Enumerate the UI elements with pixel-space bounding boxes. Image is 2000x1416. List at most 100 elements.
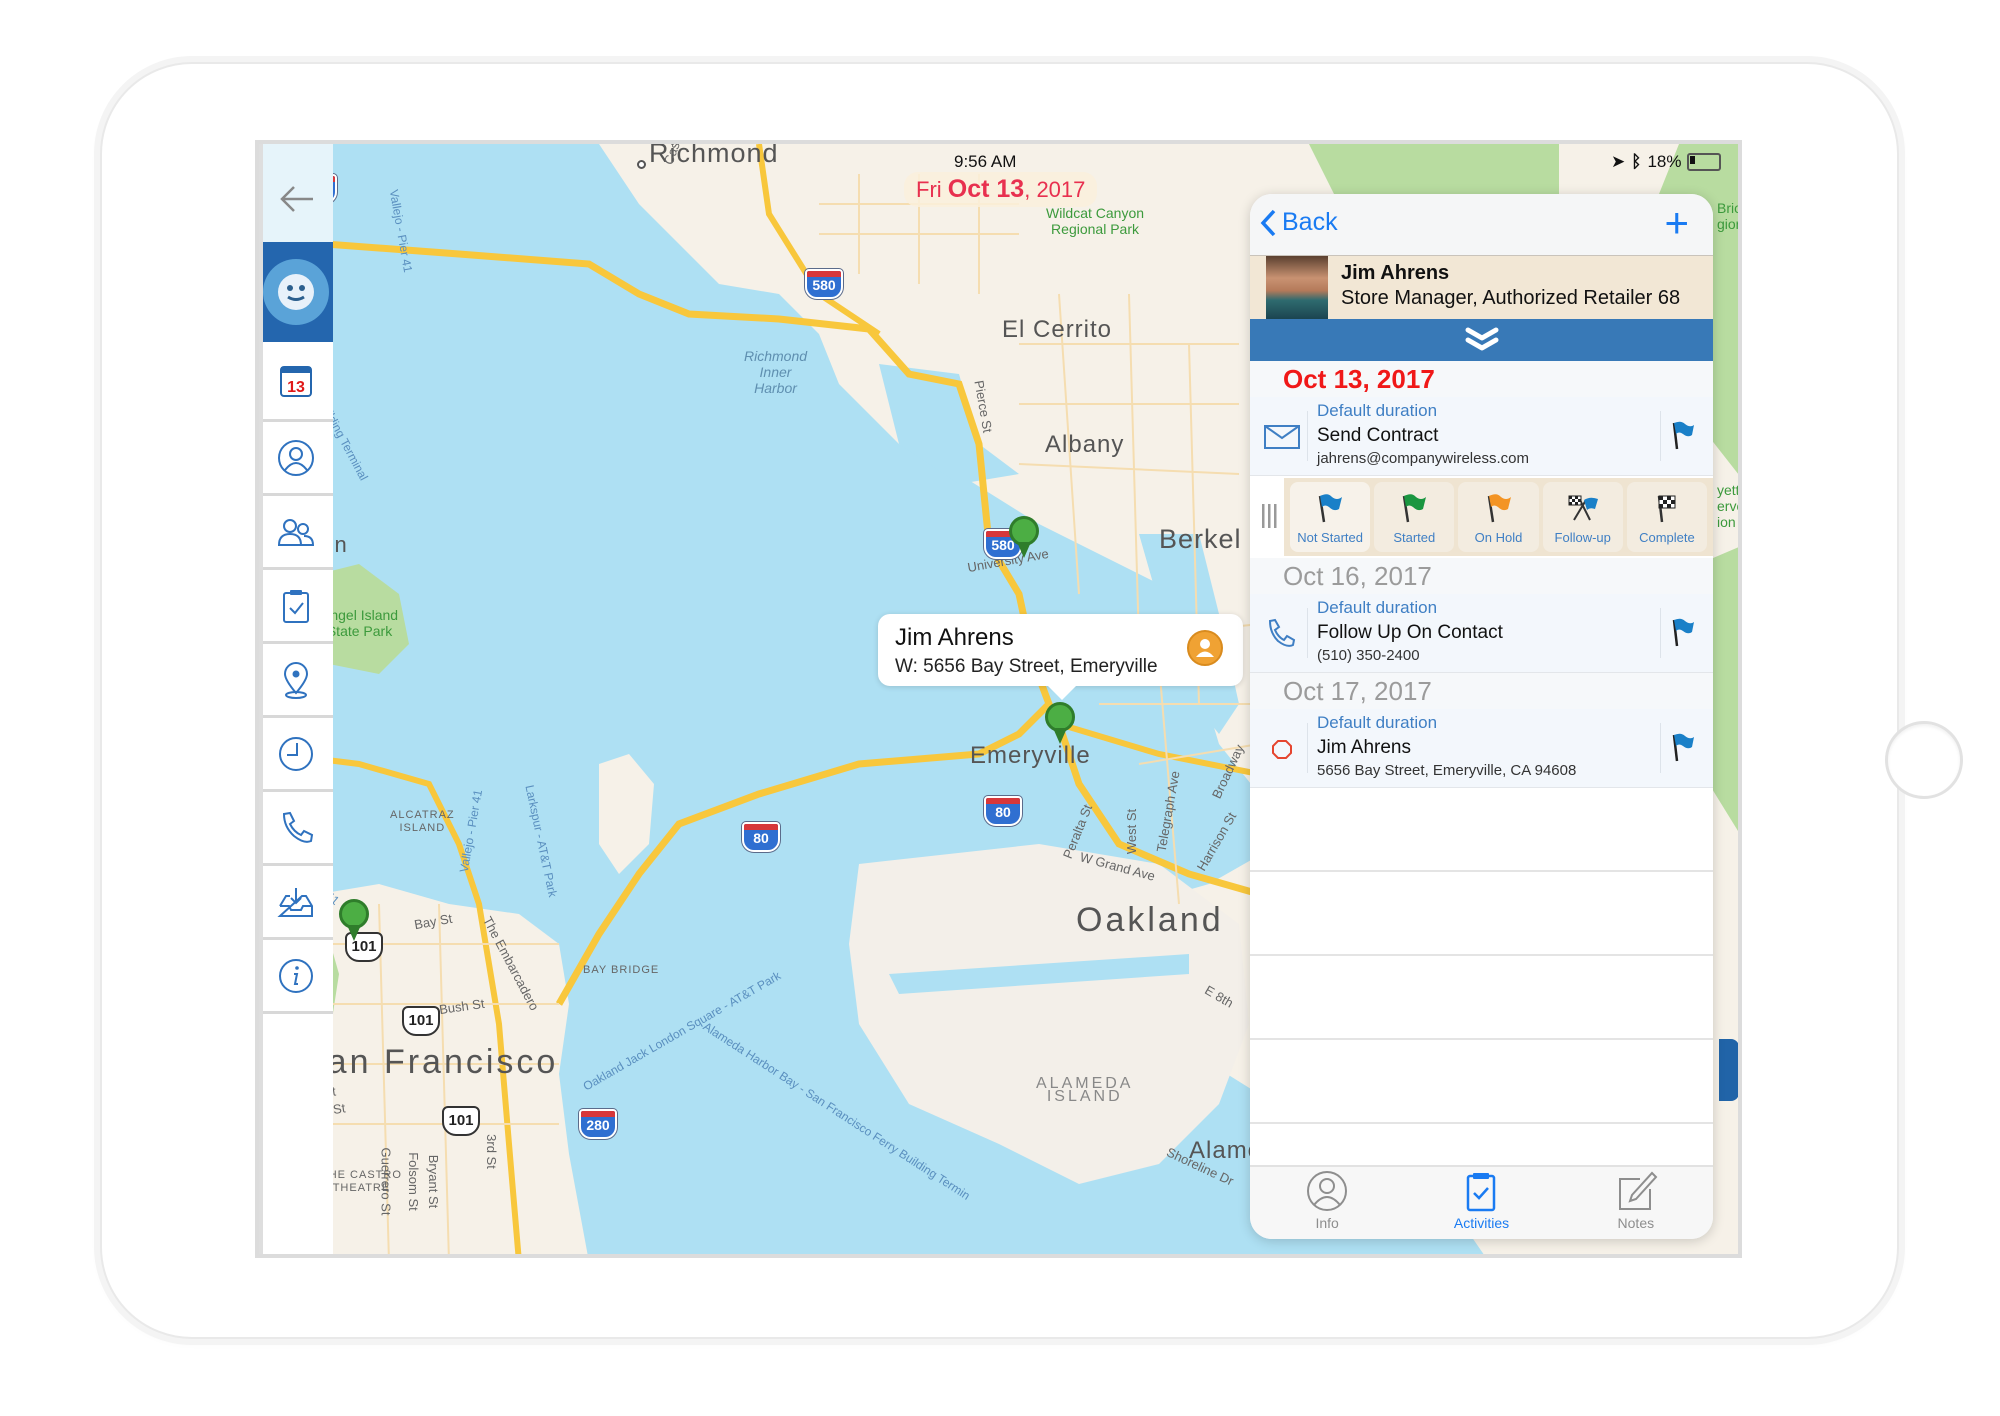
info-icon [279, 958, 313, 993]
contact-name: Jim Ahrens [1341, 262, 1450, 284]
map-label-brio: Brio gion [1717, 200, 1742, 232]
blue-flag-icon [1318, 494, 1343, 523]
sidebar-item-contacts[interactable] [259, 496, 333, 570]
status-follow-up[interactable]: Follow-up [1542, 482, 1623, 552]
add-activity-button[interactable]: + [1664, 202, 1689, 244]
sidebar-item-calls[interactable] [259, 792, 333, 866]
tab-bar: Info Activities Notes [1250, 1165, 1713, 1239]
sidebar-item-calendar[interactable]: 13 [259, 342, 333, 422]
date-year: , 2017 [1024, 177, 1086, 202]
drag-handle-icon[interactable] [1260, 502, 1278, 530]
clipboard-check-icon [283, 589, 309, 623]
sidebar-item-info[interactable] [259, 940, 333, 1014]
contact-header[interactable]: Jim Ahrens Store Manager, Authorized Ret… [1250, 256, 1713, 319]
double-chevron-down-icon [1465, 327, 1498, 351]
tab-info[interactable]: Info [1250, 1167, 1404, 1239]
divider [1660, 723, 1661, 773]
contact-avatar-icon[interactable] [1187, 630, 1223, 666]
map-label-albany: Albany [1045, 431, 1125, 458]
inbox-download-icon [277, 887, 313, 917]
sidebar-item-history[interactable] [259, 718, 333, 792]
person-icon [278, 439, 314, 476]
activity-subtitle: jahrens@companywireless.com [1317, 450, 1529, 467]
status-label: Not Started [1297, 530, 1363, 545]
us-101-shield: 101 [402, 1006, 440, 1036]
sidebar-item-inbox[interactable] [259, 866, 333, 940]
sidebar-item-tasks[interactable] [259, 570, 333, 644]
people-icon [277, 518, 315, 546]
activity-row[interactable]: Default duration Follow Up On Contact (5… [1250, 594, 1713, 673]
sidebar-item-map[interactable] [259, 644, 333, 718]
interstate-80-shield: 80 [984, 796, 1022, 826]
sidebar-back-button[interactable] [277, 184, 317, 214]
envelope-icon [1264, 425, 1300, 449]
status-label: Started [1393, 530, 1436, 545]
interstate-580-shield: 580 [805, 269, 843, 299]
activity-duration: Default duration [1317, 713, 1438, 732]
chevron-left-icon [1260, 209, 1276, 236]
blue-flag-icon[interactable] [1671, 616, 1697, 650]
date-banner: Fri Oct 13, 2017 [904, 172, 1098, 207]
tab-label: Info [1315, 1215, 1339, 1231]
activity-subtitle: 5656 Bay Street, Emeryville, CA 94608 [1317, 762, 1577, 779]
phone-icon [282, 811, 314, 843]
sidebar-item-contact[interactable] [259, 422, 333, 496]
activity-title: Jim Ahrens [1317, 737, 1411, 758]
status-time: 9:56 AM [954, 152, 1017, 171]
street-3rd-st: 3rd St [483, 1134, 499, 1169]
stop-octagon-icon [1272, 740, 1292, 759]
clock-icon [279, 736, 313, 771]
map-pin-icon [283, 661, 309, 699]
street-bryant-st: Bryant St [426, 1154, 442, 1209]
status-started[interactable]: Started [1374, 482, 1455, 552]
divider [1660, 608, 1661, 658]
back-button[interactable]: Back [1260, 208, 1338, 237]
date-month-day: Oct 13 [947, 175, 1025, 203]
sidebar-item-home[interactable] [259, 242, 333, 342]
status-on-hold[interactable]: On Hold [1458, 482, 1539, 552]
map-pin-berkeley[interactable] [1009, 516, 1039, 560]
battery-percent: 18% [1647, 152, 1682, 171]
activity-row[interactable]: Default duration Jim Ahrens 5656 Bay Str… [1250, 709, 1713, 788]
checkered-and-blue-flag-icon [1568, 495, 1598, 521]
activity-duration: Default duration [1317, 401, 1438, 420]
map-pin-san-francisco[interactable] [339, 899, 369, 943]
calendar-icon: 13 [280, 365, 312, 397]
status-not-started[interactable]: Not Started [1290, 482, 1371, 552]
status-label: Complete [1639, 530, 1695, 545]
svg-text:13: 13 [287, 379, 305, 396]
contact-title: Store Manager, Authorized Retailer 68 [1341, 287, 1681, 309]
contact-photo [1266, 256, 1328, 319]
tab-notes[interactable]: Notes [1559, 1167, 1713, 1239]
activity-subtitle: (510) 350-2400 [1317, 647, 1420, 664]
map-pin-emeryville[interactable] [1045, 702, 1075, 746]
home-button[interactable] [1885, 721, 1963, 799]
empty-row [1250, 1040, 1713, 1124]
divider [1307, 723, 1308, 773]
status-label: On Hold [1474, 530, 1523, 545]
date-weekday: Fri [916, 177, 942, 202]
map-callout[interactable]: Jim Ahrens W: 5656 Bay Street, Emeryvill… [878, 614, 1243, 700]
callout-address: W: 5656 Bay Street, Emeryville [895, 656, 1158, 677]
location-arrow-icon: ➤ [1611, 152, 1626, 171]
expand-toggle[interactable] [1250, 319, 1713, 361]
callout-contact-name: Jim Ahrens [895, 624, 1014, 651]
status-options: Not Started Started On Hold Follow-up Co… [1284, 478, 1713, 556]
screen: Richmond El Cerrito Albany Berkel Emeryv… [255, 140, 1742, 1258]
sidebar-rail [259, 144, 263, 1254]
interstate-280-shield: 280 [579, 1109, 617, 1139]
blue-flag-icon[interactable] [1671, 731, 1697, 765]
map-label-el-cerrito: El Cerrito [1002, 316, 1113, 343]
map-side-control[interactable] [1719, 1039, 1738, 1101]
tab-label: Activities [1453, 1215, 1510, 1231]
us-101-shield: 101 [442, 1106, 480, 1136]
status-picker: Not Started Started On Hold Follow-up Co… [1250, 476, 1713, 558]
clipboard-check-icon [1467, 1173, 1496, 1212]
tab-activities[interactable]: Activities [1404, 1167, 1558, 1239]
map-label-oakland: Oakland [1076, 901, 1224, 939]
status-complete[interactable]: Complete [1626, 482, 1708, 552]
activity-row[interactable]: Default duration Send Contract jahrens@c… [1250, 397, 1713, 476]
map-label-wildcat-canyon: Wildcat Canyon Regional Park [1046, 205, 1145, 237]
map-label-san-francisco: San Francisco [302, 1043, 559, 1081]
blue-flag-icon[interactable] [1671, 419, 1697, 453]
